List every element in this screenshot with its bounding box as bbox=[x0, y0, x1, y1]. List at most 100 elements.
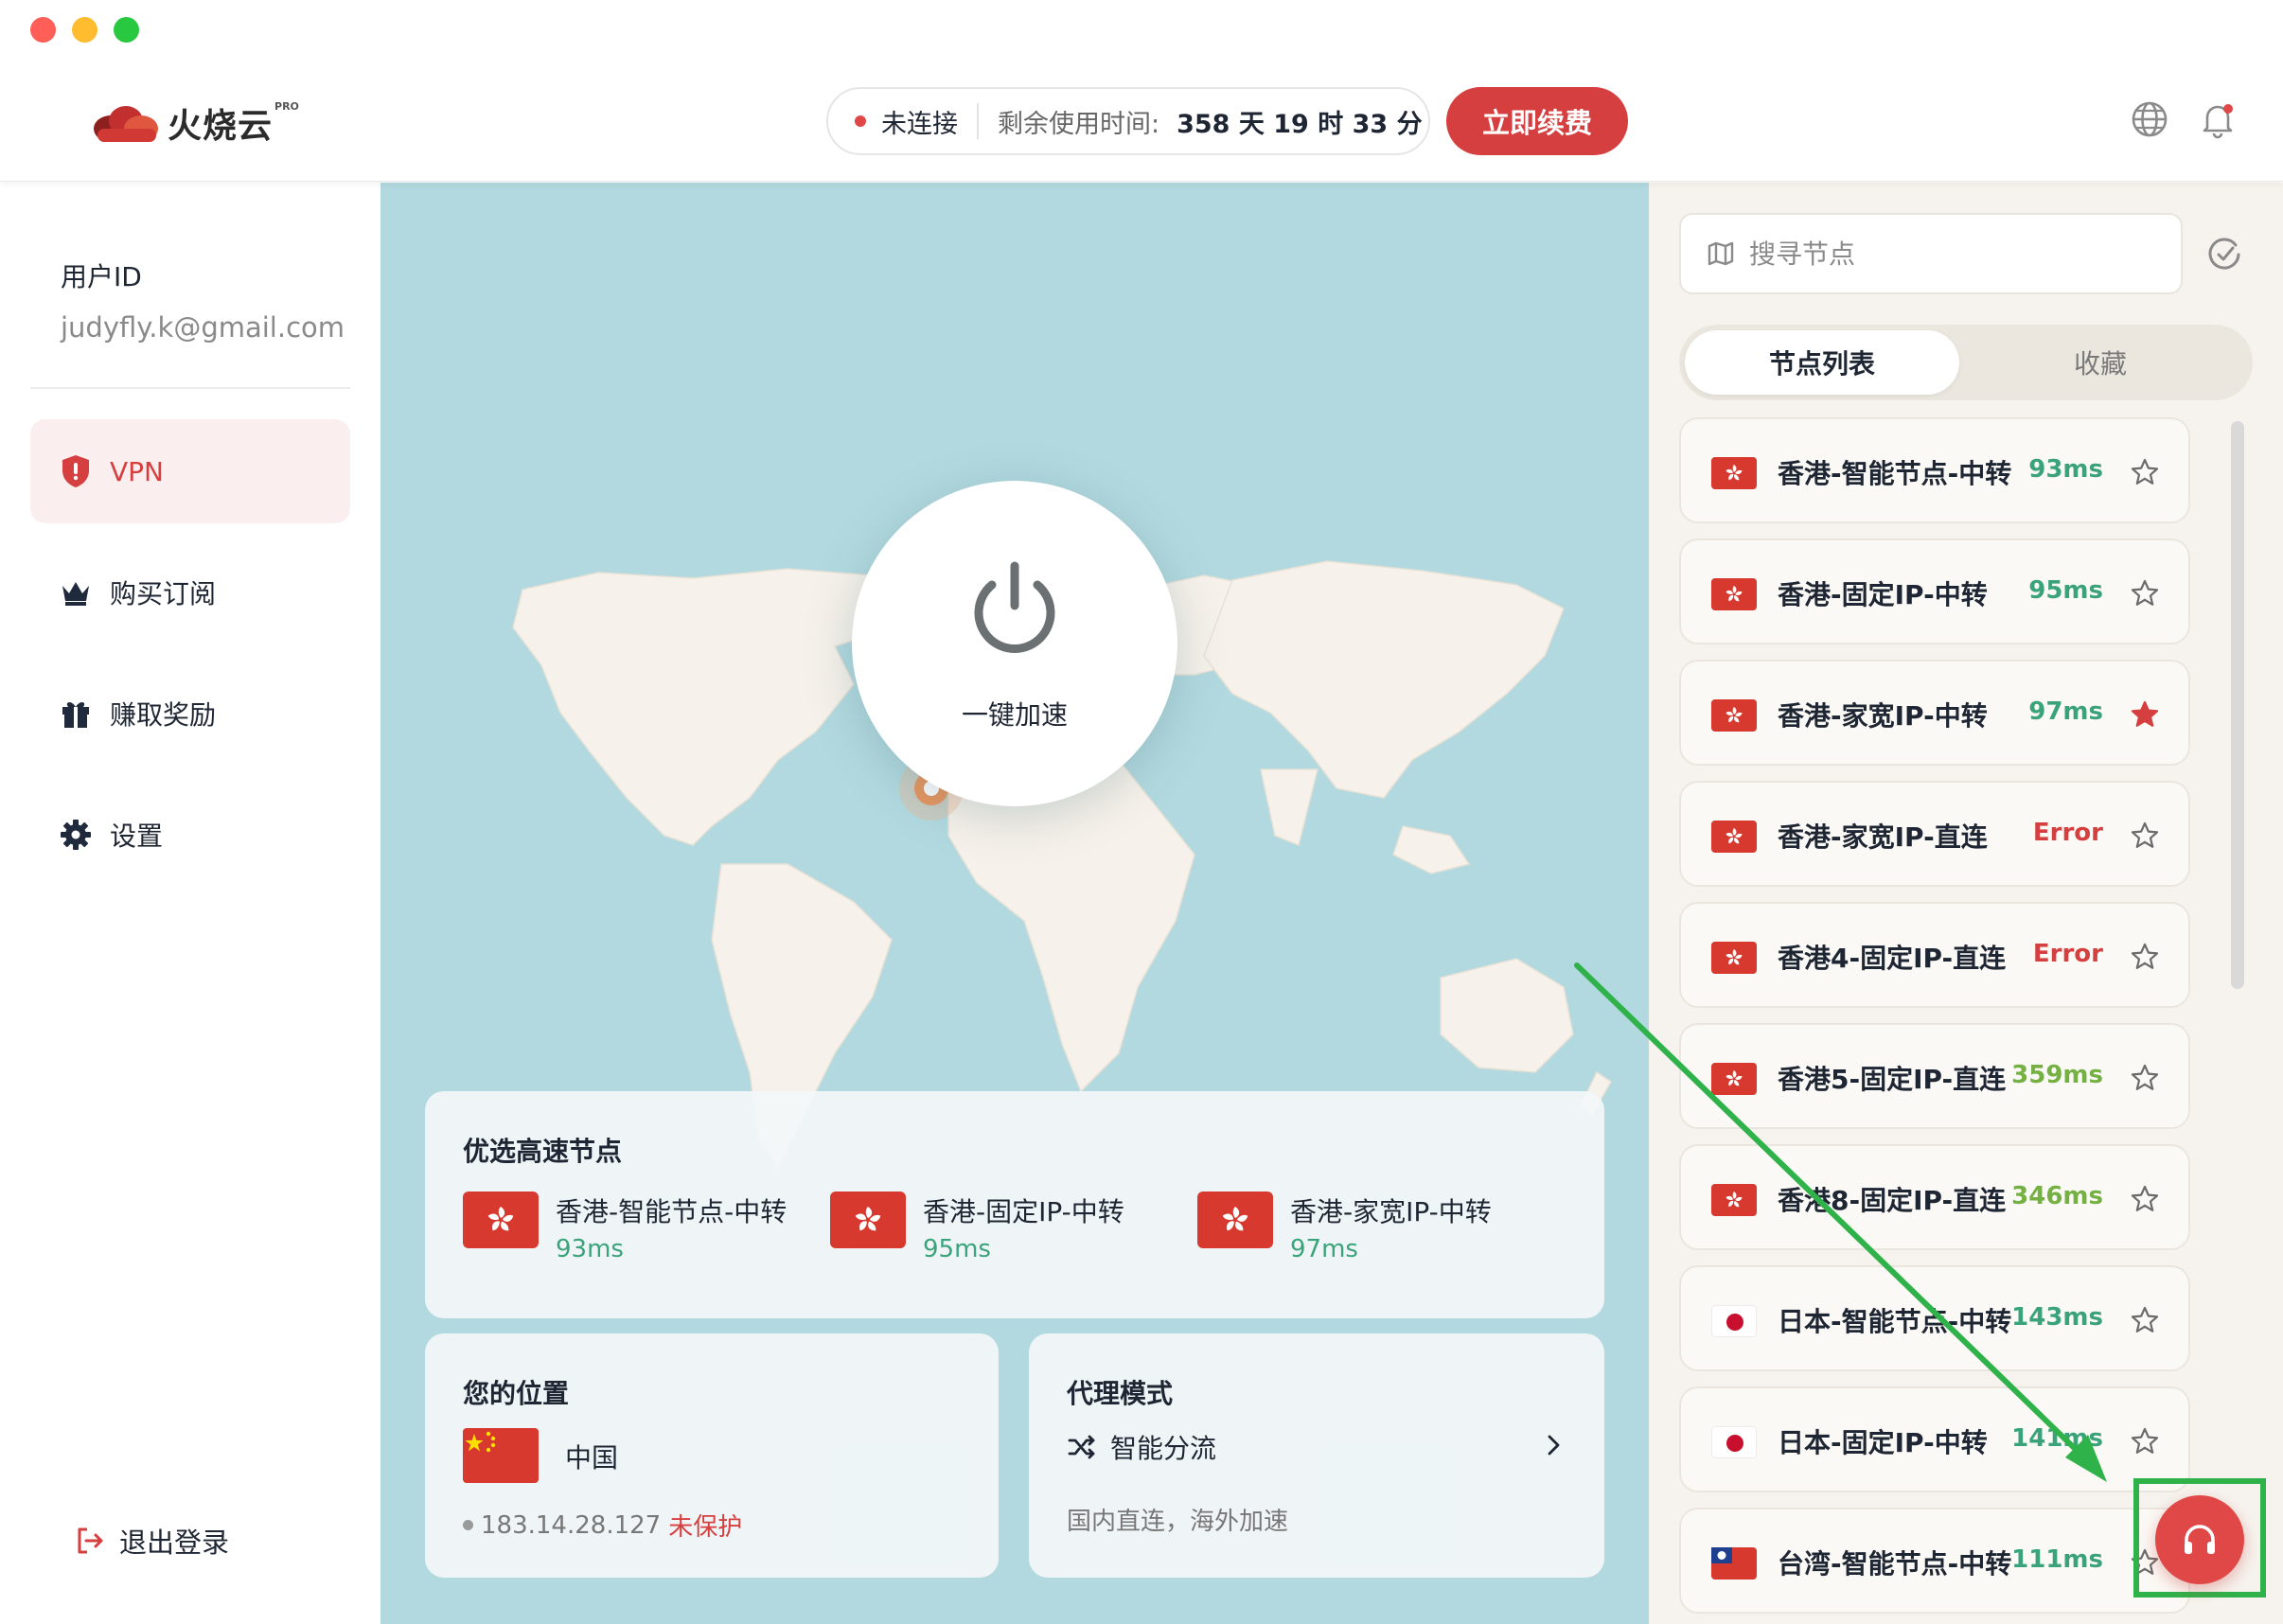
map-icon bbox=[1708, 241, 1734, 266]
node-item[interactable]: 台湾-智能节点-中转 111ms bbox=[1679, 1508, 2190, 1614]
star-icon[interactable] bbox=[2130, 942, 2160, 972]
logout-icon bbox=[74, 1525, 106, 1557]
hk-flag-icon bbox=[1711, 1063, 1757, 1095]
node-item[interactable]: 香港-家宽IP-直连 Error bbox=[1679, 781, 2190, 887]
node-latency: 143ms bbox=[2011, 1303, 2103, 1332]
star-filled-icon[interactable] bbox=[2130, 699, 2160, 730]
chevron-right-icon bbox=[1548, 1435, 1560, 1456]
brand-badge: PRO bbox=[274, 99, 299, 113]
node-search-box[interactable] bbox=[1679, 213, 2183, 294]
cloud-logo-icon bbox=[94, 106, 158, 142]
globe-icon[interactable] bbox=[2129, 98, 2170, 140]
node-latency: 359ms bbox=[2011, 1061, 2103, 1089]
star-icon[interactable] bbox=[2130, 821, 2160, 851]
node-item[interactable]: 香港-固定IP-中转 95ms bbox=[1679, 538, 2190, 644]
window-close-button[interactable] bbox=[30, 17, 56, 43]
sidebar-item-label: 购买订阅 bbox=[110, 578, 217, 609]
proxy-mode-row: 智能分流 bbox=[1067, 1428, 1216, 1466]
star-icon[interactable] bbox=[2130, 1426, 2160, 1456]
star-icon[interactable] bbox=[2130, 578, 2160, 609]
node-name: 台湾-智能节点-中转 bbox=[1778, 1548, 2012, 1580]
node-name: 香港-家宽IP-中转 bbox=[1778, 700, 1988, 732]
proxy-mode-card[interactable]: 代理模式 智能分流 国内直连，海外加速 bbox=[1029, 1333, 1604, 1578]
node-latency: Error bbox=[2032, 940, 2103, 968]
proxy-mode-subtitle: 国内直连，海外加速 bbox=[1067, 1508, 1289, 1536]
tab-favorites[interactable]: 收藏 bbox=[1963, 330, 2238, 395]
preferred-node-latency: 97ms bbox=[1290, 1235, 1358, 1263]
node-latency: 93ms bbox=[2028, 455, 2103, 484]
shield-icon bbox=[57, 452, 95, 490]
node-latency: 95ms bbox=[2028, 576, 2103, 605]
star-icon[interactable] bbox=[2130, 1184, 2160, 1214]
sidebar-item-settings[interactable]: 设置 bbox=[30, 783, 350, 887]
world-map-area: 一键加速 优选高速节点 香港-智能节点-中转 93ms 香港-固定IP-中转 9… bbox=[380, 183, 1649, 1624]
node-item[interactable]: 香港5-固定IP-直连 359ms bbox=[1679, 1023, 2190, 1129]
hk-flag-icon bbox=[1711, 457, 1757, 489]
star-icon[interactable] bbox=[2130, 457, 2160, 487]
hk-flag-icon bbox=[1711, 578, 1757, 610]
node-list-scrollbar[interactable] bbox=[2231, 421, 2244, 989]
customer-support-button[interactable] bbox=[2155, 1495, 2244, 1584]
jp-flag-icon bbox=[1711, 1426, 1757, 1458]
proxy-mode-title: 代理模式 bbox=[1067, 1378, 1174, 1409]
node-latency: 346ms bbox=[2011, 1182, 2103, 1210]
hk-flag-icon bbox=[830, 1192, 906, 1248]
sidebar-item-vpn[interactable]: VPN bbox=[30, 419, 350, 523]
node-item[interactable]: 日本-固定IP-中转 141ms bbox=[1679, 1386, 2190, 1492]
node-item[interactable]: 香港-家宽IP-中转 97ms bbox=[1679, 660, 2190, 766]
renew-button[interactable]: 立即续费 bbox=[1446, 87, 1628, 155]
tw-flag-icon bbox=[1711, 1547, 1757, 1580]
sidebar-item-label: 设置 bbox=[110, 821, 164, 852]
node-name: 香港8-固定IP-直连 bbox=[1778, 1185, 2007, 1216]
star-icon[interactable] bbox=[2130, 1547, 2160, 1578]
sidebar-item-label: 赚取奖励 bbox=[110, 699, 217, 731]
gear-icon bbox=[57, 816, 95, 854]
star-icon[interactable] bbox=[2130, 1063, 2160, 1093]
preferred-nodes-title: 优选高速节点 bbox=[463, 1136, 623, 1167]
star-icon[interactable] bbox=[2130, 1305, 2160, 1335]
shuffle-icon bbox=[1068, 1435, 1095, 1459]
status-dot-icon bbox=[855, 115, 866, 127]
node-item[interactable]: 日本-智能节点-中转 143ms bbox=[1679, 1265, 2190, 1371]
logout-button[interactable]: 退出登录 bbox=[74, 1521, 229, 1561]
headset-icon bbox=[2185, 1525, 2215, 1554]
speed-test-icon[interactable] bbox=[2203, 232, 2245, 274]
your-location-card: 您的位置 中国 183.14.28.127 未保护 bbox=[425, 1333, 999, 1578]
preferred-node-name: 香港-智能节点-中转 bbox=[556, 1196, 788, 1227]
sidebar-item-rewards[interactable]: 赚取奖励 bbox=[30, 662, 350, 766]
preferred-node-item[interactable]: 香港-家宽IP-中转 97ms bbox=[1197, 1192, 1538, 1277]
node-search-input[interactable] bbox=[1749, 238, 2166, 270]
preferred-node-latency: 93ms bbox=[556, 1235, 624, 1263]
node-item[interactable]: 香港4-固定IP-直连 Error bbox=[1679, 902, 2190, 1008]
preferred-node-item[interactable]: 香港-固定IP-中转 95ms bbox=[830, 1192, 1171, 1277]
hk-flag-icon bbox=[1711, 821, 1757, 853]
gift-icon bbox=[57, 695, 95, 733]
logout-label: 退出登录 bbox=[119, 1527, 230, 1559]
node-name: 香港-固定IP-中转 bbox=[1778, 579, 1988, 610]
location-ip: 183.14.28.127 bbox=[481, 1510, 662, 1540]
window-maximize-button[interactable] bbox=[114, 17, 139, 43]
hk-flag-icon bbox=[1711, 942, 1757, 974]
node-latency: 141ms bbox=[2011, 1424, 2103, 1453]
bell-icon[interactable] bbox=[2197, 98, 2239, 140]
node-item[interactable]: 香港-智能节点-中转 93ms bbox=[1679, 417, 2190, 523]
preferred-node-name: 香港-固定IP-中转 bbox=[923, 1196, 1124, 1227]
title-bar: 火烧云 PRO 未连接 剩余使用时间: 358 天 19 时 33 分 立即续费 bbox=[0, 0, 2283, 182]
quick-connect-label: 一键加速 bbox=[961, 699, 1068, 731]
node-name: 日本-智能节点-中转 bbox=[1778, 1306, 2012, 1337]
node-name: 香港-家宽IP-直连 bbox=[1778, 821, 1988, 853]
preferred-node-latency: 95ms bbox=[923, 1235, 991, 1263]
node-panel: 节点列表 收藏 香港-智能节点-中转 93ms 香港-固定IP-中转 95ms 香港-家… bbox=[1649, 183, 2283, 1624]
quick-connect-button[interactable]: 一键加速 bbox=[852, 481, 1177, 806]
location-country: 中国 bbox=[565, 1442, 619, 1474]
tab-node-list[interactable]: 节点列表 bbox=[1685, 330, 1959, 395]
location-ip-row: 183.14.28.127 未保护 bbox=[463, 1508, 742, 1543]
location-title: 您的位置 bbox=[463, 1378, 570, 1409]
node-item[interactable]: 香港8-固定IP-直连 346ms bbox=[1679, 1144, 2190, 1250]
window-minimize-button[interactable] bbox=[72, 17, 97, 43]
ip-dot-icon bbox=[463, 1520, 473, 1530]
sidebar-item-subscribe[interactable]: 购买订阅 bbox=[30, 540, 350, 644]
preferred-node-item[interactable]: 香港-智能节点-中转 93ms bbox=[463, 1192, 804, 1277]
sidebar: 用户ID judyfly.k@gmail.com VPN 购买订阅 赚取奖励 设… bbox=[0, 183, 380, 1624]
brand-logo: 火烧云 PRO bbox=[90, 98, 299, 148]
